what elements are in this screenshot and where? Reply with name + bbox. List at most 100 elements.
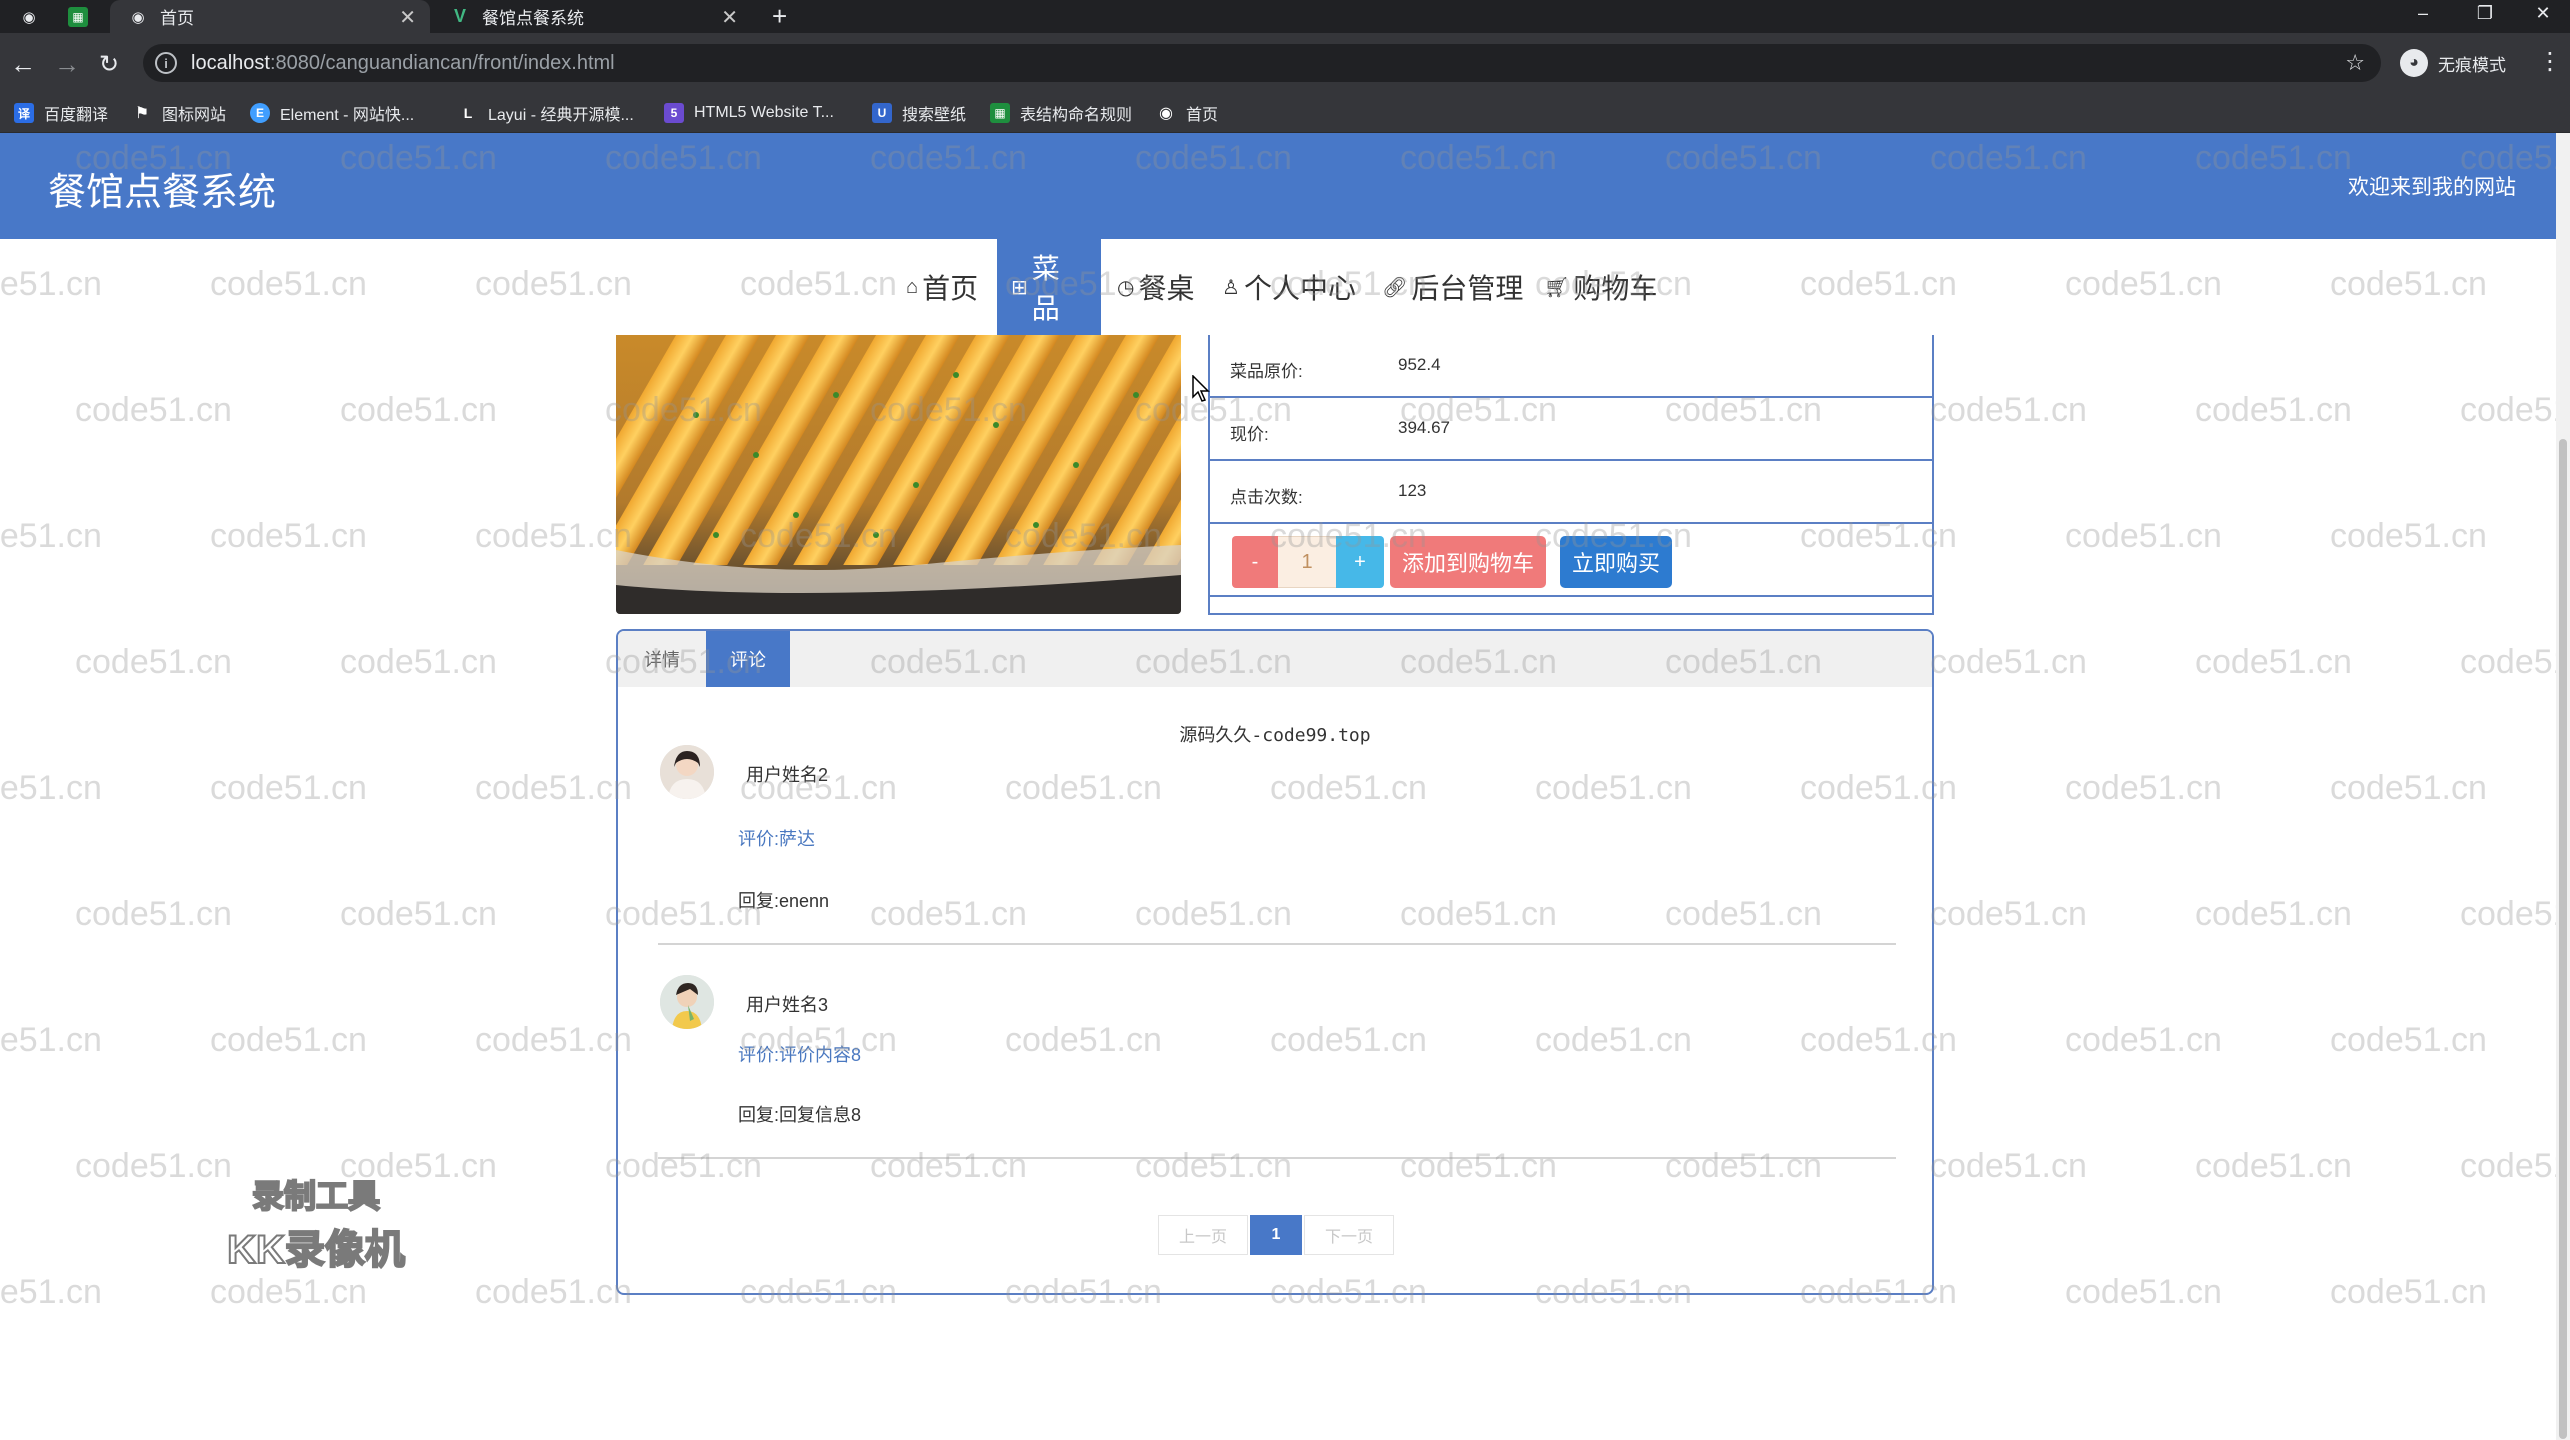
comment-evaluation: 评价:萨达 — [738, 829, 816, 849]
minimize-icon[interactable]: – — [2394, 0, 2452, 26]
watermark-text: code51.cn — [475, 517, 632, 555]
comment-username: 用户姓名3 — [746, 995, 829, 1015]
watermark-text: code51.cn — [2330, 769, 2487, 807]
quantity-input[interactable]: 1 — [1278, 536, 1336, 588]
watermark-text: code51.cn — [2195, 895, 2352, 933]
pinned-sheet-tab[interactable]: ▦ — [60, 0, 100, 33]
globe-icon: ◉ — [22, 8, 36, 26]
sheet-icon: ▦ — [990, 103, 1010, 123]
browser-tab-strip: ◉ ▦ ◉ 首页 ✕ V 餐馆点餐系统 ✕ + – ❐ ✕ — [0, 0, 2570, 33]
watermark-text: code51.cn — [75, 1147, 232, 1185]
info-key: 点击次数: — [1230, 488, 1303, 507]
nav-item-tables[interactable]: ◷ 餐桌 — [1103, 239, 1208, 335]
pagination-prev-button[interactable]: 上一页 — [1158, 1215, 1248, 1255]
buy-now-button[interactable]: 立即购买 — [1560, 536, 1672, 588]
info-value: 123 — [1398, 481, 1427, 500]
nav-label: 后台管理 — [1411, 273, 1524, 304]
info-key: 菜品原价: — [1230, 362, 1303, 381]
comment-username: 用户姓名2 — [746, 765, 829, 785]
watermark-text: code51.cn — [2065, 1273, 2222, 1311]
watermark-text: code51.cn — [2195, 1147, 2352, 1185]
bookmark-label: Element - 网站快... — [280, 107, 415, 124]
watermark-text: code51.cn — [340, 895, 497, 933]
info-row-original-price: 菜品原价: 952.4 — [1210, 335, 1932, 398]
bookmark-star-icon[interactable]: ☆ — [2345, 50, 2365, 76]
quantity-increase-button[interactable]: + — [1336, 536, 1384, 588]
tab-search-button[interactable]: ◉ — [10, 0, 50, 33]
clock-icon: ◷ — [1117, 276, 1135, 299]
pagination-next-button[interactable]: 下一页 — [1304, 1215, 1394, 1255]
browser-tab-system[interactable]: V 餐馆点餐系统 ✕ — [432, 0, 752, 33]
bookmark-baidu-translate[interactable]: 译 百度翻译 — [14, 93, 108, 133]
url-host: localhost — [191, 51, 270, 74]
detail-tabs-panel: 详情 评论 源码久久-code99.top 用户姓名2 评价:萨达 回复:ene… — [616, 629, 1934, 1295]
nav-item-cart[interactable]: 🛒︎ 购物车 — [1530, 239, 1671, 335]
watermark-text: code51.cn — [340, 1147, 497, 1185]
comment-reply: 回复:回复信息8 — [738, 1105, 862, 1125]
window-close-icon[interactable]: ✕ — [2514, 0, 2570, 26]
baidu-translate-icon: 译 — [14, 103, 34, 123]
welcome-text: 欢迎来到我的网站 — [2348, 176, 2516, 199]
mouse-cursor-icon — [1192, 375, 1210, 402]
close-icon[interactable]: ✕ — [721, 5, 738, 30]
nav-label: 餐桌 — [1138, 273, 1195, 304]
bookmark-naming-rules[interactable]: ▦ 表结构命名规则 — [990, 93, 1132, 133]
element-icon: E — [250, 103, 270, 123]
comment-evaluation: 评价:评价内容8 — [738, 1045, 862, 1065]
user-icon: ♙ — [1222, 276, 1240, 299]
bookmark-home[interactable]: ◉ 首页 — [1156, 93, 1218, 133]
quantity-decrease-button[interactable]: - — [1232, 536, 1278, 588]
watermark-text: code51.cn — [210, 517, 367, 555]
nav-item-home[interactable]: ⌂ 首页 — [892, 239, 992, 335]
watermark-text: code51.cn — [2330, 1021, 2487, 1059]
reload-icon[interactable]: ↻ — [92, 47, 126, 81]
bookmark-element[interactable]: E Element - 网站快... — [250, 93, 414, 133]
watermark-text: code51.cn — [2460, 643, 2556, 681]
watermark-text: code51.cn — [210, 1021, 367, 1059]
new-tab-button[interactable]: + — [762, 0, 802, 33]
bookmark-label: 图标网站 — [162, 107, 227, 124]
bookmark-label: 百度翻译 — [44, 107, 109, 124]
bookmark-layui[interactable]: L Layui - 经典开源模... — [458, 93, 634, 133]
nav-label: 个人中心 — [1243, 273, 1356, 304]
nav-item-dishes[interactable]: ⊞ 菜品 — [997, 239, 1101, 335]
bookmark-icon-site[interactable]: ⚑ 图标网站 — [132, 93, 226, 133]
globe-icon: ◉ — [1159, 105, 1173, 122]
scrollbar-thumb[interactable] — [2559, 439, 2567, 1439]
bookmark-html5-templates[interactable]: 5 HTML5 Website T... — [664, 93, 834, 133]
info-value: 952.4 — [1398, 355, 1441, 374]
tab-details[interactable]: 详情 — [618, 631, 706, 687]
browser-tab-home[interactable]: ◉ 首页 ✕ — [110, 0, 430, 33]
comment-item: 用户姓名3 评价:评价内容8 回复:回复信息8 — [658, 975, 1896, 1175]
nav-item-profile[interactable]: ♙ 个人中心 — [1208, 239, 1370, 335]
recorder-brand: KK录像机 — [226, 1227, 406, 1273]
restore-icon[interactable]: ❐ — [2456, 0, 2514, 26]
info-icon[interactable]: i — [155, 52, 177, 74]
nav-item-admin[interactable]: 🔗︎ 后台管理 — [1368, 239, 1537, 335]
close-icon[interactable]: ✕ — [399, 5, 416, 30]
watermark-text: code51.cn — [1930, 1147, 2087, 1185]
cart-icon: 🛒︎ — [1544, 276, 1570, 299]
avatar — [660, 745, 714, 799]
address-bar[interactable]: i localhost :8080/canguandiancan/front/i… — [143, 44, 2381, 82]
watermark-text: code51.cn — [75, 895, 232, 933]
pagination-current-page[interactable]: 1 — [1250, 1215, 1302, 1255]
incognito-indicator[interactable]: ◕ 无痕模式 — [2400, 47, 2506, 79]
bookmark-wallpaper[interactable]: U 搜索壁纸 — [872, 93, 966, 133]
bookmark-label: 搜索壁纸 — [902, 107, 967, 124]
dish-info-panel: 菜品原价: 952.4 现价: 394.67 点击次数: 123 - 1 + 添… — [1208, 335, 1934, 615]
forward-icon[interactable]: → — [50, 47, 84, 81]
tab-comments[interactable]: 评论 — [706, 631, 790, 687]
watermark-text: code51.cn — [2460, 391, 2556, 429]
html5-template-icon: 5 — [664, 103, 684, 123]
watermark-text: code51.cn — [475, 1021, 632, 1059]
layui-icon: L — [463, 105, 473, 121]
comment-reply: 回复:enenn — [738, 891, 830, 911]
back-icon[interactable]: ← — [6, 47, 40, 81]
page-viewport: 餐馆点餐系统 欢迎来到我的网站 ⌂ 首页 ⊞ 菜品 ◷ 餐桌 ♙ 个人中心 🔗︎… — [0, 133, 2556, 1440]
page-scrollbar[interactable] — [2556, 133, 2570, 1440]
incognito-label: 无痕模式 — [2438, 55, 2506, 75]
watermark-text: code51.cn — [210, 1273, 367, 1311]
menu-kebab-icon[interactable]: ⋮ — [2538, 47, 2562, 76]
add-to-cart-button[interactable]: 添加到购物车 — [1390, 536, 1546, 588]
